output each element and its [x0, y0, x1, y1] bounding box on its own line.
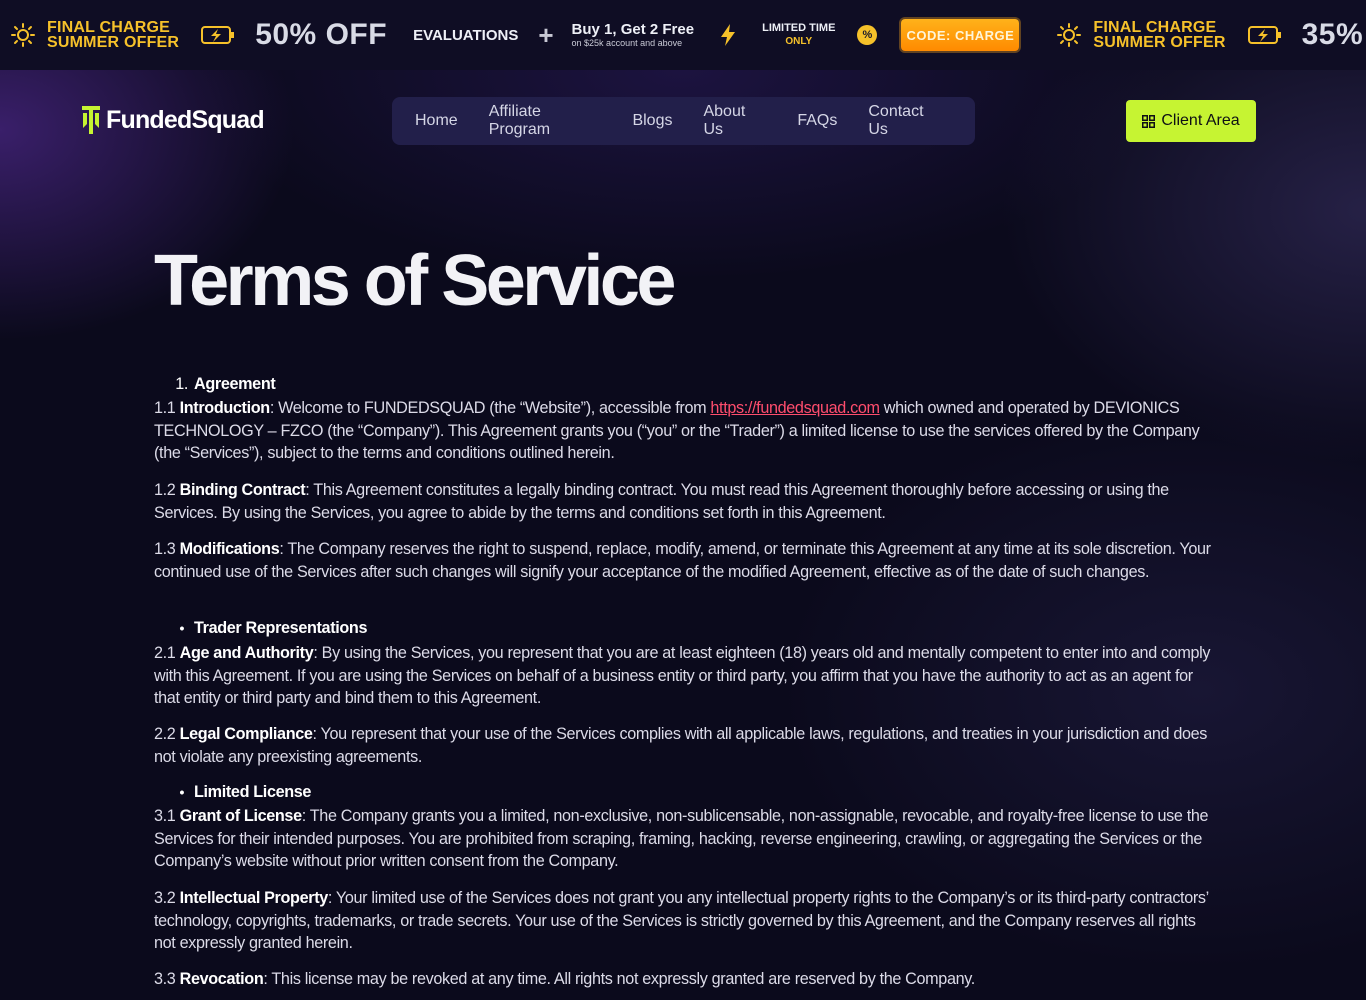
nav-contact-us[interactable]: Contact Us — [868, 103, 944, 139]
paragraph: 3.1 Grant of License: The Company grants… — [154, 807, 1209, 871]
promo-discount: 35% OFF — [1301, 18, 1366, 51]
grid-icon — [1142, 114, 1156, 128]
battery-charging-icon — [201, 26, 235, 44]
sun-icon — [1057, 23, 1082, 47]
client-area-label: Client Area — [1161, 112, 1240, 129]
paragraph: 1.1 Introduction: Welcome to FUNDEDSQUAD… — [154, 399, 1200, 463]
promo-banner[interactable]: FINAL CHARGE SUMMER OFFER 50% OFF EVALUA… — [0, 0, 1366, 70]
promo-limited-time: LIMITED TIME ONLY — [762, 22, 836, 47]
plus-icon: + — [538, 20, 554, 50]
promo-title: FINAL CHARGE SUMMER OFFER — [47, 19, 180, 51]
page-title: Terms of Service — [154, 241, 676, 321]
promo-title: FINAL CHARGE SUMMER OFFER — [1093, 19, 1226, 51]
nav-home[interactable]: Home — [415, 112, 458, 130]
paragraph: 2.2 Legal Compliance: You represent that… — [154, 725, 1208, 766]
website-link[interactable]: https://fundedsquad.com — [710, 399, 880, 417]
nav-about-us[interactable]: About Us — [703, 103, 766, 139]
section-heading: 1. Agreement — [175, 375, 276, 393]
nav-faqs[interactable]: FAQs — [797, 112, 837, 130]
client-area-button[interactable]: Client Area — [1126, 100, 1256, 142]
promo-item: FINAL CHARGE SUMMER OFFER 50% OFF EVALUA… — [0, 18, 1020, 52]
paragraph: 3.2 Intellectual Property: Your limited … — [154, 889, 1209, 953]
percent-icon: % — [857, 25, 878, 45]
logo-text: FundedSquad — [106, 105, 265, 134]
promo-buy-offer: Buy 1, Get 2 Free on $25k account and ab… — [571, 20, 695, 48]
nav-affiliate-program[interactable]: Affiliate Program — [489, 103, 602, 139]
paragraph: 1.2 Binding Contract: This Agreement con… — [154, 481, 1169, 522]
section-heading: • Limited License — [179, 783, 312, 801]
logo-mark-icon — [82, 106, 100, 134]
promo-discount: 50% OFF — [255, 18, 388, 51]
section-heading: • Trader Representations — [179, 619, 368, 637]
main-nav: Home Affiliate Program Blogs About Us FA… — [392, 97, 975, 145]
paragraph: 2.1 Age and Authority: By using the Serv… — [154, 644, 1211, 708]
sun-icon — [11, 23, 35, 47]
lightning-icon — [721, 24, 736, 46]
paragraph: 3.3 Revocation: This license may be revo… — [154, 970, 975, 988]
paragraph: 1.3 Modifications: The Company reserves … — [154, 540, 1211, 581]
promo-item: FINAL CHARGE SUMMER OFFER 35% OFF — [1019, 18, 1366, 52]
promo-code-button[interactable]: CODE: CHARGE — [901, 19, 1020, 51]
battery-charging-icon — [1247, 26, 1281, 44]
nav-blogs[interactable]: Blogs — [632, 112, 672, 130]
site-logo[interactable]: FundedSquad — [80, 104, 265, 136]
promo-evaluations: EVALUATIONS — [413, 26, 519, 44]
